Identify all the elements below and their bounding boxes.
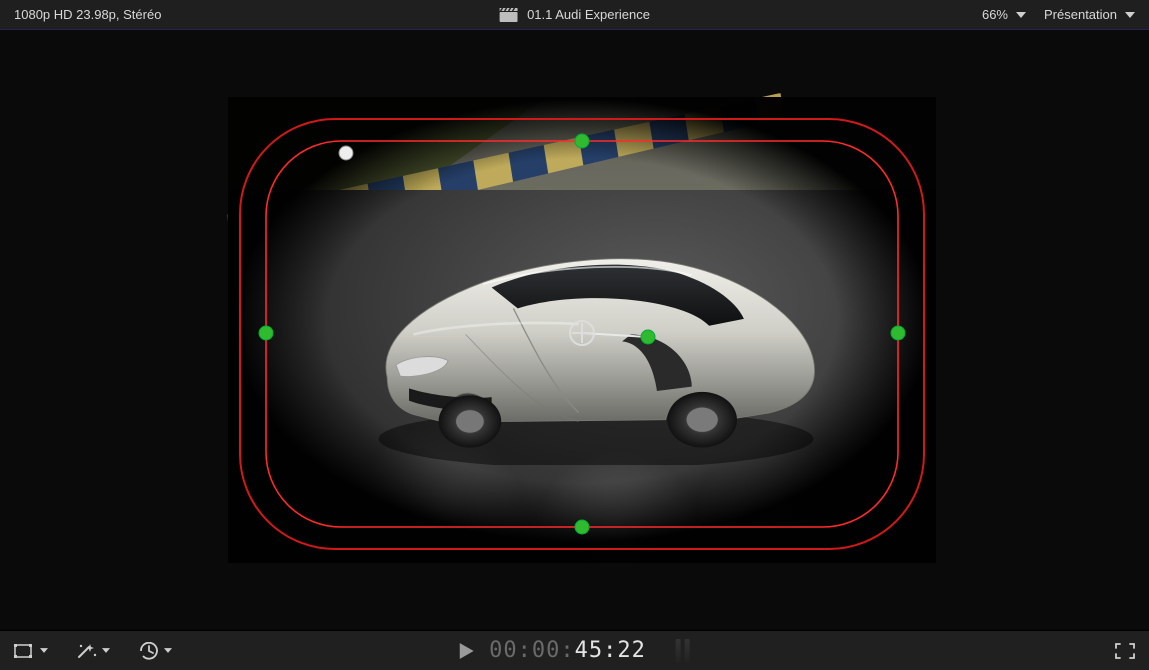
audio-level-meters <box>676 639 690 663</box>
timecode-value: 45:22 <box>575 638 646 663</box>
project-format-label: 1080p HD 23.98p, Stéréo <box>14 7 161 22</box>
viewer-header: 1080p HD 23.98p, Stéréo 01.1 Audi Experi… <box>0 0 1149 30</box>
zoom-level-label: 66% <box>982 7 1008 22</box>
chevron-down-icon <box>1016 12 1026 18</box>
fullscreen-button[interactable] <box>1115 643 1135 659</box>
viewer-canvas[interactable] <box>0 30 1149 630</box>
chevron-down-icon <box>40 648 48 653</box>
car-illustration <box>327 204 865 465</box>
play-button[interactable] <box>459 643 473 659</box>
clapperboard-icon <box>499 8 517 22</box>
view-menu[interactable]: Présentation <box>1044 7 1135 22</box>
enhancement-tool-menu[interactable] <box>76 642 110 660</box>
retime-tool-menu[interactable] <box>138 642 172 660</box>
video-frame <box>228 97 936 563</box>
chevron-down-icon <box>102 648 110 653</box>
viewer-toolbar: 00:00:45:22 <box>0 630 1149 670</box>
timecode-display[interactable]: 00:00:45:22 <box>489 638 646 663</box>
chevron-down-icon <box>164 648 172 653</box>
view-menu-label: Présentation <box>1044 7 1117 22</box>
timecode-prefix: 00:00: <box>489 638 574 663</box>
zoom-menu[interactable]: 66% <box>982 7 1026 22</box>
transform-tool-menu[interactable] <box>14 643 48 659</box>
clip-title-group[interactable]: 01.1 Audi Experience <box>499 7 650 22</box>
clip-title: 01.1 Audi Experience <box>527 7 650 22</box>
chevron-down-icon <box>1125 12 1135 18</box>
